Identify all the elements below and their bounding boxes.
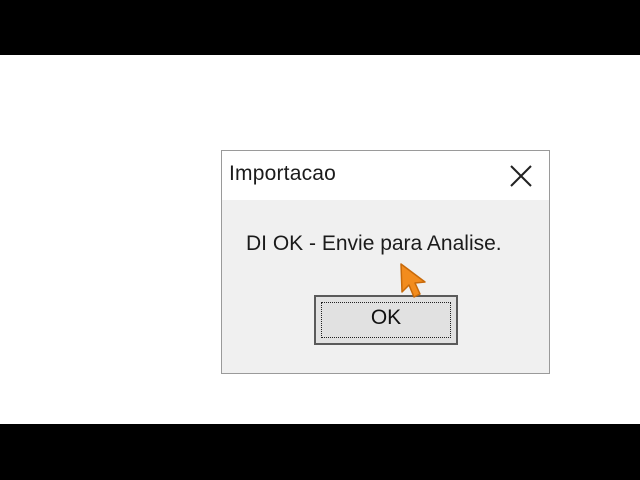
dialog-message: DI OK - Envie para Analise.: [246, 232, 502, 255]
ok-button-label: OK: [370, 306, 402, 329]
message-dialog: Importacao DI OK - Envie para Analise. O…: [221, 150, 550, 374]
close-button[interactable]: [491, 151, 549, 200]
dialog-title: Importacao: [229, 162, 337, 185]
ok-button[interactable]: OK: [314, 295, 458, 345]
close-icon: [510, 165, 532, 187]
dialog-titlebar: Importacao: [222, 151, 549, 200]
mouse-pointer-icon: [400, 263, 426, 298]
